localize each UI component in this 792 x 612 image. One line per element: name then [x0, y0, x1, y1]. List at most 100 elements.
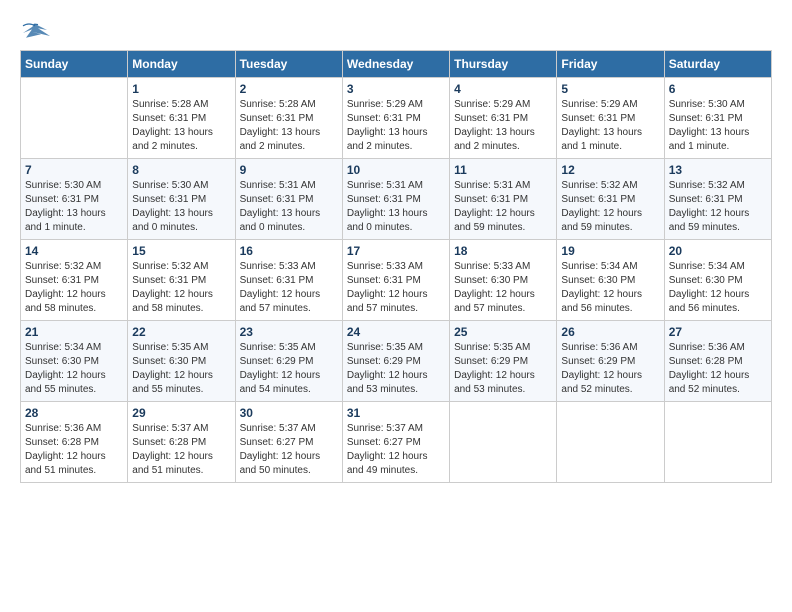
day-number: 11 [454, 163, 552, 177]
calendar-cell: 13 Sunrise: 5:32 AM Sunset: 6:31 PM Dayli… [664, 159, 771, 240]
day-info-text: Sunrise: 5:32 AM Sunset: 6:31 PM Dayligh… [561, 179, 659, 235]
day-info-text: Sunrise: 5:37 AM Sunset: 6:27 PM Dayligh… [240, 422, 338, 478]
calendar-cell [557, 402, 664, 483]
calendar-cell: 9Sunrise: 5:31 AM Sunset: 6:31 PM Daylig… [235, 159, 342, 240]
calendar-cell: 21 Sunrise: 5:34 AM Sunset: 6:30 PM Dayli… [21, 321, 128, 402]
day-info-text: Sunrise: 5:36 AM Sunset: 6:29 PM Dayligh… [561, 341, 659, 397]
day-info-text: Sunrise: 5:32 AM Sunset: 6:31 PM Dayligh… [25, 260, 123, 316]
day-number: 25 [454, 325, 552, 339]
day-info-text: Sunrise: 5:34 AM Sunset: 6:30 PM Dayligh… [669, 260, 767, 316]
day-info-text: Sunrise: 5:30 AM Sunset: 6:31 PM Dayligh… [132, 179, 230, 235]
day-number: 28 [25, 406, 123, 420]
calendar-cell: 10Sunrise: 5:31 AM Sunset: 6:31 PM Dayli… [342, 159, 449, 240]
day-number: 29 [132, 406, 230, 420]
day-number: 24 [347, 325, 445, 339]
calendar-cell: 12 Sunrise: 5:32 AM Sunset: 6:31 PM Dayli… [557, 159, 664, 240]
day-number: 7 [25, 163, 123, 177]
calendar-week-row: 21 Sunrise: 5:34 AM Sunset: 6:30 PM Dayli… [21, 321, 772, 402]
day-info-text: Sunrise: 5:30 AM Sunset: 6:31 PM Dayligh… [669, 98, 767, 154]
calendar-cell: 8Sunrise: 5:30 AM Sunset: 6:31 PM Daylig… [128, 159, 235, 240]
calendar-cell: 22Sunrise: 5:35 AM Sunset: 6:30 PM Dayli… [128, 321, 235, 402]
calendar-cell: 1Sunrise: 5:28 AM Sunset: 6:31 PM Daylig… [128, 78, 235, 159]
calendar-cell: 5 Sunrise: 5:29 AM Sunset: 6:31 PM Daylig… [557, 78, 664, 159]
calendar-cell [21, 78, 128, 159]
day-number: 21 [25, 325, 123, 339]
day-number: 18 [454, 244, 552, 258]
day-info-text: Sunrise: 5:31 AM Sunset: 6:31 PM Dayligh… [240, 179, 338, 235]
calendar-cell: 16 Sunrise: 5:33 AM Sunset: 6:31 PM Dayli… [235, 240, 342, 321]
day-of-week-header: Friday [557, 51, 664, 78]
day-number: 14 [25, 244, 123, 258]
day-info-text: Sunrise: 5:32 AM Sunset: 6:31 PM Dayligh… [669, 179, 767, 235]
calendar-cell: 28 Sunrise: 5:36 AM Sunset: 6:28 PM Dayli… [21, 402, 128, 483]
day-info-text: Sunrise: 5:35 AM Sunset: 6:30 PM Dayligh… [132, 341, 230, 397]
day-of-week-header: Monday [128, 51, 235, 78]
day-info-text: Sunrise: 5:37 AM Sunset: 6:27 PM Dayligh… [347, 422, 445, 478]
calendar-cell: 14 Sunrise: 5:32 AM Sunset: 6:31 PM Dayli… [21, 240, 128, 321]
day-info-text: Sunrise: 5:35 AM Sunset: 6:29 PM Dayligh… [240, 341, 338, 397]
day-number: 31 [347, 406, 445, 420]
day-of-week-header: Sunday [21, 51, 128, 78]
calendar-cell [664, 402, 771, 483]
calendar-week-row: 28 Sunrise: 5:36 AM Sunset: 6:28 PM Dayli… [21, 402, 772, 483]
day-of-week-header: Thursday [450, 51, 557, 78]
day-info-text: Sunrise: 5:32 AM Sunset: 6:31 PM Dayligh… [132, 260, 230, 316]
logo-icon [20, 20, 50, 40]
day-info-text: Sunrise: 5:31 AM Sunset: 6:31 PM Dayligh… [347, 179, 445, 235]
day-number: 26 [561, 325, 659, 339]
day-info-text: Sunrise: 5:36 AM Sunset: 6:28 PM Dayligh… [669, 341, 767, 397]
day-info-text: Sunrise: 5:29 AM Sunset: 6:31 PM Dayligh… [561, 98, 659, 154]
day-number: 1 [132, 82, 230, 96]
day-info-text: Sunrise: 5:34 AM Sunset: 6:30 PM Dayligh… [25, 341, 123, 397]
calendar-cell: 27 Sunrise: 5:36 AM Sunset: 6:28 PM Dayli… [664, 321, 771, 402]
day-number: 27 [669, 325, 767, 339]
day-info-text: Sunrise: 5:33 AM Sunset: 6:31 PM Dayligh… [240, 260, 338, 316]
day-number: 2 [240, 82, 338, 96]
day-number: 30 [240, 406, 338, 420]
day-number: 6 [669, 82, 767, 96]
calendar-cell: 24Sunrise: 5:35 AM Sunset: 6:29 PM Dayli… [342, 321, 449, 402]
calendar-body: 1 Sunrise: 5:28 AM Sunset: 6:31 PM Daylig… [21, 78, 772, 483]
day-number: 13 [669, 163, 767, 177]
day-info-text: Sunrise: 5:36 AM Sunset: 6:28 PM Dayligh… [25, 422, 123, 478]
day-info-text: Sunrise: 5:29 AM Sunset: 6:31 PM Dayligh… [347, 98, 445, 154]
calendar-cell [450, 402, 557, 483]
header-row: SundayMondayTuesdayWednesdayThursdayFrid… [21, 51, 772, 78]
day-info-text: Sunrise: 5:35 AM Sunset: 6:29 PM Dayligh… [454, 341, 552, 397]
day-info-text: Sunrise: 5:33 AM Sunset: 6:31 PM Dayligh… [347, 260, 445, 316]
day-number: 4 [454, 82, 552, 96]
day-info-text: Sunrise: 5:37 AM Sunset: 6:28 PM Dayligh… [132, 422, 230, 478]
day-number: 16 [240, 244, 338, 258]
calendar-cell: 17 Sunrise: 5:33 AM Sunset: 6:31 PM Dayli… [342, 240, 449, 321]
calendar-table: SundayMondayTuesdayWednesdayThursdayFrid… [20, 50, 772, 483]
logo [20, 20, 50, 40]
day-number: 20 [669, 244, 767, 258]
calendar-header: SundayMondayTuesdayWednesdayThursdayFrid… [21, 51, 772, 78]
day-number: 17 [347, 244, 445, 258]
day-info-text: Sunrise: 5:28 AM Sunset: 6:31 PM Dayligh… [240, 98, 338, 154]
calendar-cell: 23 Sunrise: 5:35 AM Sunset: 6:29 PM Dayli… [235, 321, 342, 402]
calendar-cell: 6 Sunrise: 5:30 AM Sunset: 6:31 PM Daylig… [664, 78, 771, 159]
day-number: 5 [561, 82, 659, 96]
calendar-cell: 7Sunrise: 5:30 AM Sunset: 6:31 PM Daylig… [21, 159, 128, 240]
day-of-week-header: Saturday [664, 51, 771, 78]
calendar-week-row: 1 Sunrise: 5:28 AM Sunset: 6:31 PM Daylig… [21, 78, 772, 159]
calendar-cell: 20 Sunrise: 5:34 AM Sunset: 6:30 PM Dayli… [664, 240, 771, 321]
day-number: 23 [240, 325, 338, 339]
calendar-cell: 30 Sunrise: 5:37 AM Sunset: 6:27 PM Dayli… [235, 402, 342, 483]
day-info-text: Sunrise: 5:33 AM Sunset: 6:30 PM Dayligh… [454, 260, 552, 316]
day-info-text: Sunrise: 5:31 AM Sunset: 6:31 PM Dayligh… [454, 179, 552, 235]
calendar-cell: 26 Sunrise: 5:36 AM Sunset: 6:29 PM Dayli… [557, 321, 664, 402]
day-info-text: Sunrise: 5:34 AM Sunset: 6:30 PM Dayligh… [561, 260, 659, 316]
day-of-week-header: Tuesday [235, 51, 342, 78]
calendar-cell: 18 Sunrise: 5:33 AM Sunset: 6:30 PM Dayli… [450, 240, 557, 321]
page-header [20, 20, 772, 40]
day-number: 19 [561, 244, 659, 258]
day-number: 3 [347, 82, 445, 96]
calendar-cell: 25 Sunrise: 5:35 AM Sunset: 6:29 PM Dayli… [450, 321, 557, 402]
calendar-week-row: 7 Sunrise: 5:30 AM Sunset: 6:31 PM Daylig… [21, 159, 772, 240]
day-number: 15 [132, 244, 230, 258]
day-number: 12 [561, 163, 659, 177]
calendar-cell: 4Sunrise: 5:29 AM Sunset: 6:31 PM Daylig… [450, 78, 557, 159]
calendar-week-row: 14 Sunrise: 5:32 AM Sunset: 6:31 PM Dayli… [21, 240, 772, 321]
